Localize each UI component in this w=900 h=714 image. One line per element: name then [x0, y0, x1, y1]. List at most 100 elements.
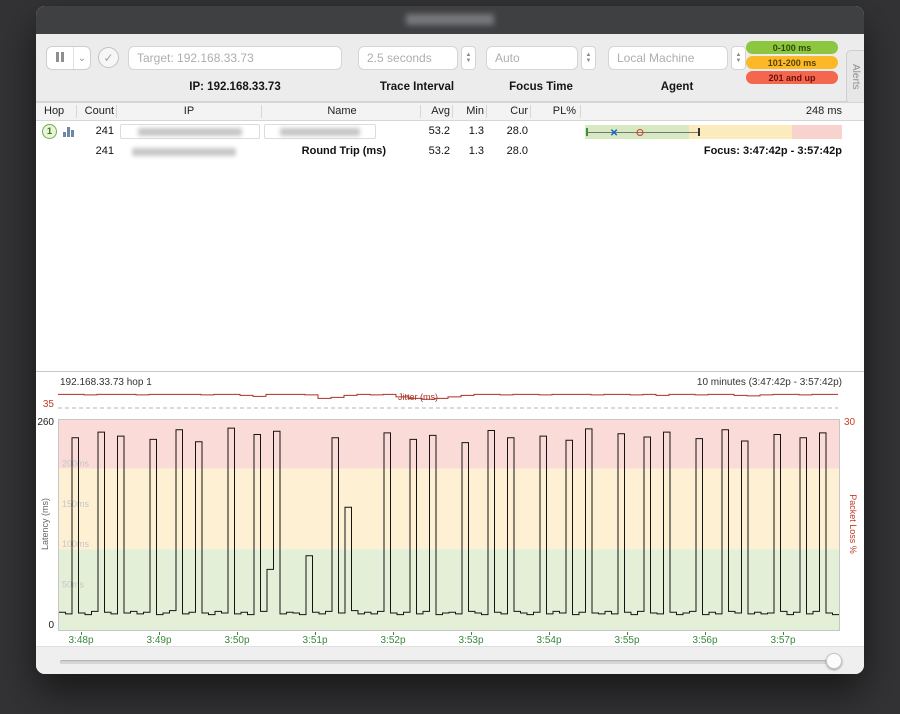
time-axis-label: 3:55p: [605, 635, 649, 646]
latency-legend: 0-100 ms 101-200 ms 201 and up: [746, 41, 838, 84]
col-ip: IP: [120, 105, 258, 117]
trace-interval-label: Trace Interval: [358, 81, 476, 93]
time-axis-label: 3:53p: [449, 635, 493, 646]
focus-time-label: Focus Time: [486, 81, 596, 93]
pause-button[interactable]: [47, 47, 74, 69]
round-trip-row[interactable]: 241 Round Trip (ms) 53.2 1.3 28.0 Focus:…: [36, 142, 864, 162]
redacted-text: [138, 128, 242, 136]
pause-dropdown-button[interactable]: ⌄: [74, 47, 90, 69]
column-divider: [452, 105, 453, 118]
summary-avg: 53.2: [422, 145, 450, 157]
latency-axis-label: Latency (ms): [40, 498, 50, 550]
graph-time-range: 10 minutes (3:47:42p - 3:57:42p): [697, 377, 842, 388]
col-min: Min: [454, 105, 484, 117]
svg-text:100ms: 100ms: [62, 539, 90, 549]
cur-marker-x-icon: ✕: [610, 128, 618, 139]
chevron-down-icon: ⌄: [78, 53, 86, 64]
hop-cur: 28.0: [488, 125, 528, 137]
trace-interval-field[interactable]: 2.5 seconds: [358, 46, 458, 70]
svg-text:200ms: 200ms: [62, 459, 90, 469]
latency-line-chart: 50ms 100ms 150ms 200ms: [59, 420, 839, 630]
svg-text:150ms: 150ms: [62, 499, 90, 509]
time-axis-label: 3:57p: [761, 635, 805, 646]
time-axis-label: 3:52p: [371, 635, 415, 646]
column-divider: [420, 105, 421, 118]
col-avg: Avg: [422, 105, 450, 117]
col-count: Count: [78, 105, 114, 117]
hop-number-badge: 1: [42, 124, 57, 139]
confirm-target-button[interactable]: ✓: [98, 47, 119, 68]
agent-label: Agent: [608, 81, 746, 93]
target-input[interactable]: Target: 192.168.33.73: [128, 46, 342, 70]
bar-chart-icon[interactable]: [63, 127, 74, 137]
hop-min: 1.3: [454, 125, 484, 137]
summary-min: 1.3: [454, 145, 484, 157]
max-tick: [698, 128, 700, 136]
column-divider: [116, 105, 117, 118]
summary-count: 241: [78, 145, 114, 157]
redacted-text: [280, 128, 360, 136]
ip-label: IP: 192.168.33.73: [128, 81, 342, 93]
column-divider: [530, 105, 531, 118]
agent-field[interactable]: Local Machine: [608, 46, 728, 70]
summary-ip-redacted: [132, 148, 236, 156]
summary-cur: 28.0: [488, 145, 528, 157]
col-hop: Hop: [44, 105, 78, 117]
y-axis-max-label: 260: [36, 417, 54, 428]
trace-interval-stepper[interactable]: ▲▼: [461, 46, 476, 70]
focus-time-field[interactable]: Auto: [486, 46, 578, 70]
pause-icon: [55, 49, 65, 67]
window-titlebar[interactable]: [36, 6, 864, 34]
jitter-graph: [58, 391, 838, 413]
svg-text:50ms: 50ms: [62, 580, 85, 590]
latency-band-red: [792, 125, 842, 139]
column-divider: [580, 105, 581, 118]
latency-band-yellow: [689, 125, 793, 139]
time-axis: 3:48p3:49p3:50p3:51p3:52p3:53p3:54p3:55p…: [58, 632, 838, 647]
hop-avg: 53.2: [422, 125, 450, 137]
stepper-down-icon: ▼: [736, 58, 742, 64]
focus-range-label: Focus: 3:47:42p - 3:57:42p: [585, 145, 842, 157]
time-axis-label: 3:50p: [215, 635, 259, 646]
legend-green: 0-100 ms: [746, 41, 838, 54]
timeline-scrollbar-track[interactable]: [60, 660, 840, 664]
timeline-scrollbar-area: [36, 646, 864, 674]
latency-timeline-chart[interactable]: 50ms 100ms 150ms 200ms: [58, 419, 840, 631]
time-axis-label: 3:49p: [137, 635, 181, 646]
min-tick: [586, 128, 588, 136]
hop-count: 241: [78, 125, 114, 137]
pause-button-group: ⌄: [46, 46, 91, 70]
avg-marker-circle-icon: [637, 129, 644, 136]
packet-loss-axis-label: Packet Loss %: [848, 494, 858, 554]
hop-ip-redacted[interactable]: [120, 124, 260, 139]
hop-latency-row-bar: ✕: [585, 125, 842, 139]
y-axis-min-label: 0: [36, 620, 54, 631]
window-title-redacted: [406, 14, 494, 25]
agent-stepper[interactable]: ▲▼: [731, 46, 746, 70]
hop-name-redacted[interactable]: [264, 124, 376, 139]
col-cur: Cur: [488, 105, 528, 117]
stepper-down-icon: ▼: [466, 58, 472, 64]
packet-loss-max-label: 30: [844, 417, 862, 428]
graph-title: 192.168.33.73 hop 1: [60, 377, 152, 388]
app-window: ⌄ ✓ Target: 192.168.33.73 2.5 seconds ▲▼…: [36, 6, 864, 674]
legend-red: 201 and up: [746, 71, 838, 84]
column-divider: [486, 105, 487, 118]
focus-time-stepper[interactable]: ▲▼: [581, 46, 596, 70]
desktop-background: ⌄ ✓ Target: 192.168.33.73 2.5 seconds ▲▼…: [0, 0, 900, 714]
col-pl: PL%: [532, 105, 576, 117]
toolbar: ⌄ ✓ Target: 192.168.33.73 2.5 seconds ▲▼…: [36, 34, 864, 102]
time-axis-label: 3:48p: [59, 635, 103, 646]
stepper-down-icon: ▼: [586, 58, 592, 64]
column-divider: [76, 105, 77, 118]
latency-scale-label: 248 ms: [585, 105, 842, 117]
time-axis-label: 3:51p: [293, 635, 337, 646]
hop-table-row[interactable]: 1 241 53.2 1.3 28.0 ✕: [36, 122, 864, 142]
jitter-series-label: Jitter (ms): [398, 392, 438, 402]
timeline-scrollbar-knob[interactable]: [826, 653, 842, 669]
jitter-axis-label: 35: [36, 399, 54, 410]
check-icon: ✓: [103, 51, 113, 65]
alerts-tab[interactable]: Alerts: [846, 50, 864, 104]
time-axis-label: 3:56p: [683, 635, 727, 646]
column-divider: [261, 105, 262, 118]
